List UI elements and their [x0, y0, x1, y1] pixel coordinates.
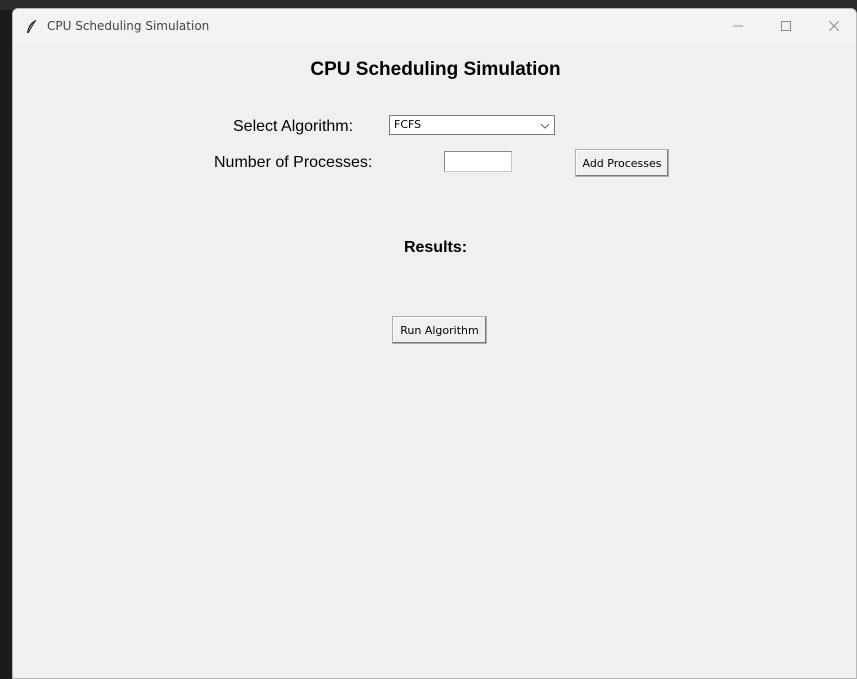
maximize-icon: [781, 16, 791, 35]
number-of-processes-input[interactable]: [444, 151, 512, 172]
algorithm-select-value: FCFS: [394, 118, 422, 131]
minimize-button[interactable]: [715, 9, 761, 41]
close-button[interactable]: [811, 9, 856, 41]
algorithm-select[interactable]: FCFS: [389, 115, 555, 135]
feather-icon: [25, 19, 39, 35]
add-processes-button[interactable]: Add Processes: [575, 149, 669, 177]
page-title: CPU Scheduling Simulation: [310, 59, 561, 80]
close-icon: [828, 16, 840, 35]
app-window: CPU Scheduling Simulation CPU Scheduling…: [12, 8, 857, 679]
maximize-button[interactable]: [763, 9, 809, 41]
minimize-icon: [733, 16, 743, 35]
title-bar[interactable]: CPU Scheduling Simulation: [13, 9, 856, 45]
window-title: CPU Scheduling Simulation: [47, 19, 210, 33]
run-algorithm-button[interactable]: Run Algorithm: [392, 316, 487, 344]
select-algorithm-label: Select Algorithm:: [233, 118, 354, 135]
chevron-down-icon[interactable]: [538, 118, 552, 132]
background-window-edge: [0, 10, 12, 679]
main-content: CPU Scheduling Simulation Select Algorit…: [13, 45, 856, 678]
results-label: Results:: [403, 239, 468, 256]
number-of-processes-label: Number of Processes:: [214, 154, 373, 171]
